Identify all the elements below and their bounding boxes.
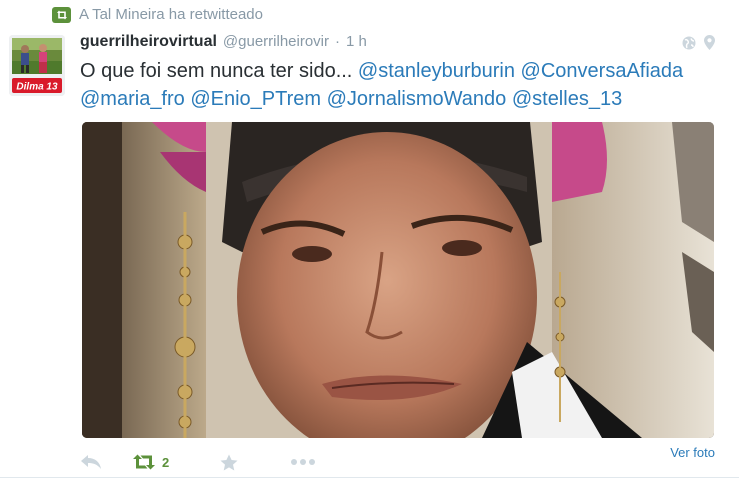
tweet-text: O que foi sem nunca ter sido... @stanley…: [80, 57, 710, 113]
tweet-text-intro: O que foi sem nunca ter sido...: [80, 60, 358, 82]
mention-link[interactable]: @Enio_PTrem: [190, 88, 321, 110]
header-separator: ·: [335, 33, 341, 50]
retweet-context-icon: [52, 6, 71, 23]
retweet-icon: [133, 454, 155, 470]
retweet-count: 2: [162, 454, 170, 470]
view-photo-link[interactable]: Ver foto: [670, 445, 715, 460]
retweet-context: A Tal Mineira ha retwitteado: [52, 6, 263, 23]
reply-button[interactable]: [80, 454, 132, 470]
tweet-photo[interactable]: [82, 122, 714, 438]
location-pin-icon[interactable]: [704, 35, 715, 55]
reply-icon: [81, 455, 101, 469]
mention-link[interactable]: @ConversaAfiada: [521, 60, 684, 82]
mention-link[interactable]: @JornalismoWando: [327, 88, 507, 110]
favorite-button[interactable]: [220, 454, 290, 471]
mention-link[interactable]: @maria_fro: [80, 88, 185, 110]
mention-link[interactable]: @stelles_13: [512, 88, 622, 110]
more-dots-icon: [291, 459, 315, 465]
star-icon: [220, 454, 238, 470]
more-button[interactable]: [290, 458, 316, 466]
tweet-card[interactable]: A Tal Mineira ha retwitteado Dilma 13 gu…: [0, 0, 739, 478]
tweet-timestamp[interactable]: 1 h: [346, 33, 367, 50]
author-fullname[interactable]: guerrilheirovirtual: [80, 33, 217, 51]
tweet-header: guerrilheirovirtual @guerrilheirovir · 1…: [80, 33, 367, 51]
author-username[interactable]: @guerrilheirovir: [223, 33, 329, 50]
tweet-actions: 2: [80, 450, 316, 474]
header-icons: [682, 35, 715, 55]
retweet-context-text[interactable]: A Tal Mineira ha retwitteado: [79, 6, 263, 23]
retweet-button[interactable]: 2: [132, 454, 220, 470]
avatar-badge: Dilma 13: [16, 82, 58, 93]
avatar[interactable]: Dilma 13: [9, 35, 65, 96]
mention-link[interactable]: @stanleyburburin: [358, 60, 515, 82]
globe-icon[interactable]: [682, 36, 696, 55]
